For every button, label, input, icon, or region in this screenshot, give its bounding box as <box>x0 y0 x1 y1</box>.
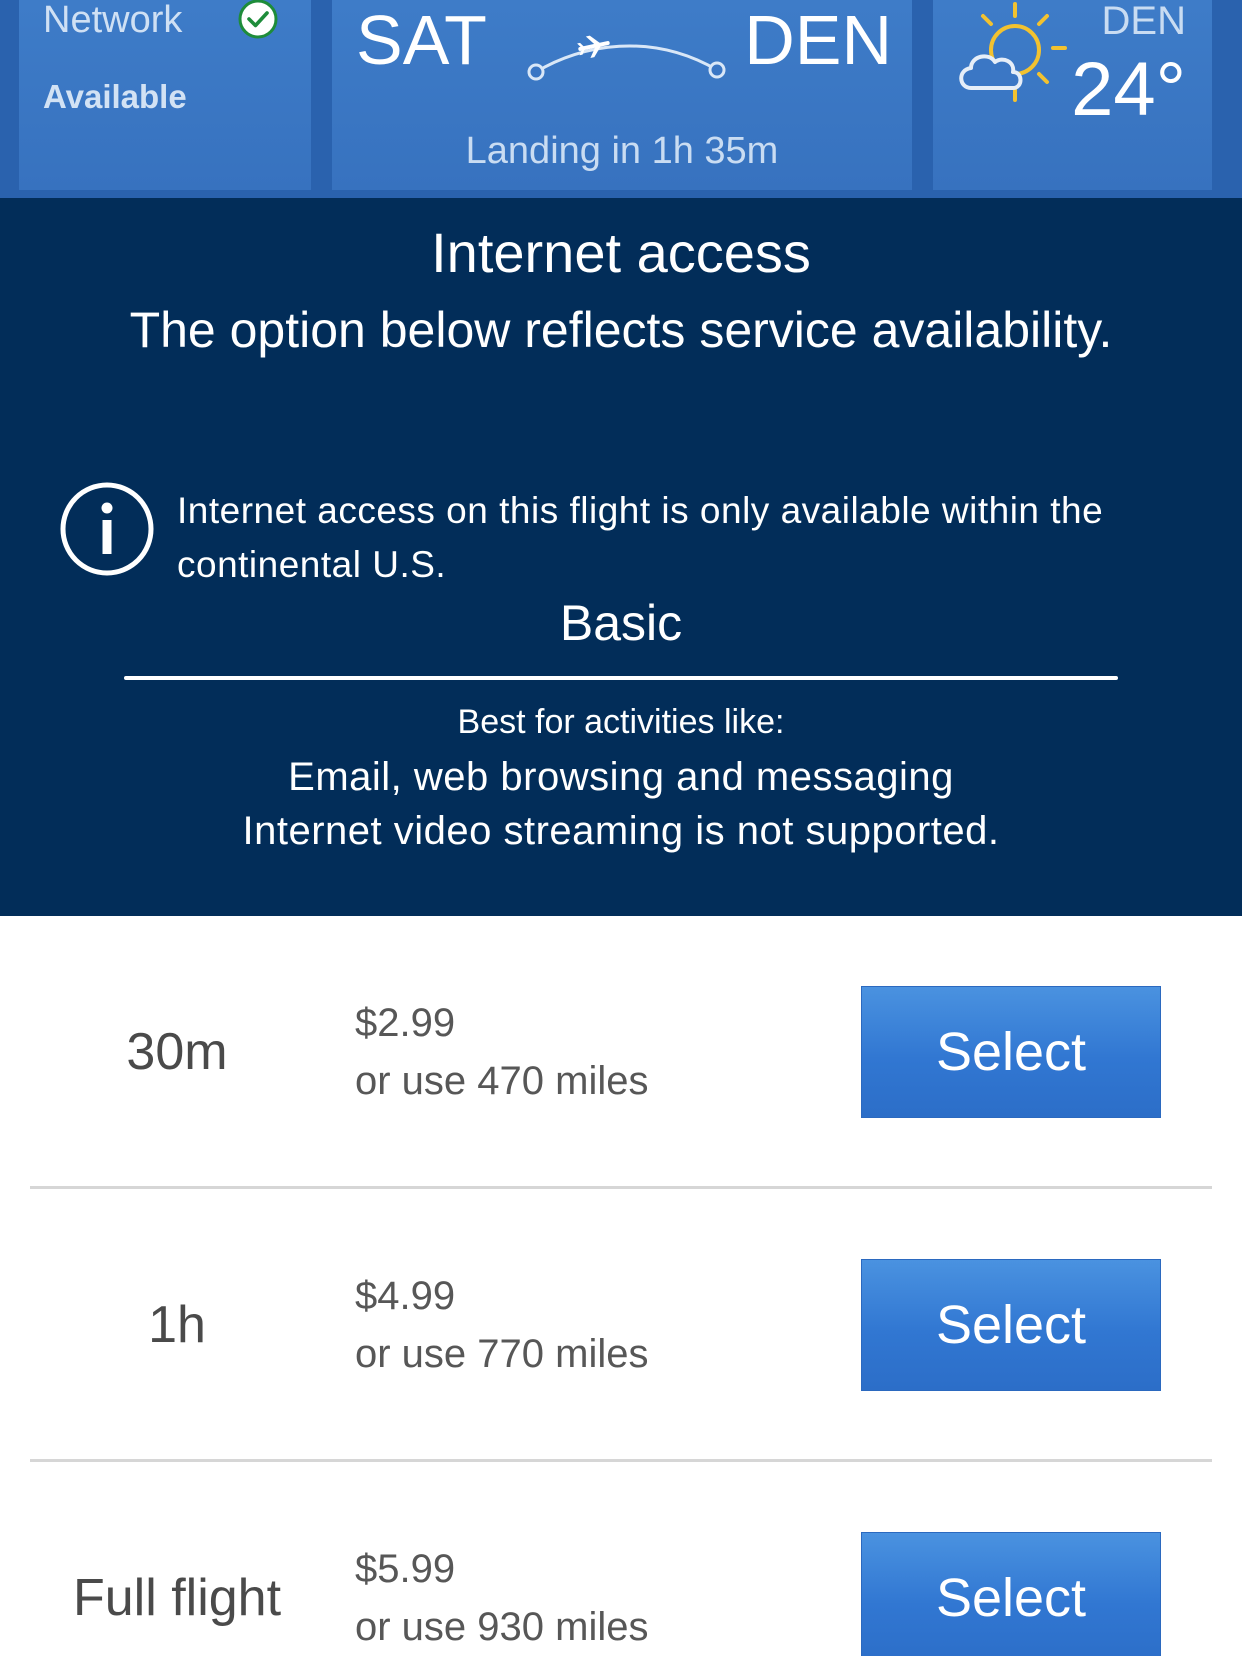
option-miles: or use 930 miles <box>355 1605 649 1649</box>
network-label: Network <box>43 0 183 41</box>
activity-line: Email, web browsing and messaging <box>288 755 954 799</box>
option-miles: or use 470 miles <box>355 1059 649 1103</box>
plan-activities: Email, web browsing and messaging Intern… <box>0 750 1242 858</box>
option-duration: 30m <box>126 1023 228 1081</box>
select-button-30m[interactable]: Select <box>861 986 1161 1118</box>
flight-status-bar: Network Available SAT DEN Landing in 1h … <box>0 0 1242 198</box>
flight-route-icon <box>527 35 726 81</box>
page-title: Internet access <box>431 221 811 284</box>
option-price: $4.99 <box>355 1274 456 1318</box>
page-subtitle: The option below reflects service availa… <box>129 302 1113 358</box>
best-for-label: Best for activities like: <box>457 703 785 741</box>
partly-cloudy-icon <box>959 2 1067 102</box>
pricing-option-1h: 1h $4.99 or use 770 miles Select <box>30 1189 1212 1461</box>
option-duration: Full flight <box>72 1569 282 1627</box>
option-miles: or use 770 miles <box>355 1332 649 1376</box>
activity-line: Internet video streaming is not supporte… <box>242 809 1000 853</box>
plan-divider <box>124 676 1118 680</box>
check-circle-icon <box>238 0 278 39</box>
network-status: Available <box>43 78 187 115</box>
plan-name: Basic <box>559 595 683 651</box>
select-button-1h[interactable]: Select <box>861 1259 1161 1391</box>
flight-card[interactable]: SAT DEN Landing in 1h 35m <box>332 0 912 190</box>
option-duration: 1h <box>148 1296 206 1354</box>
info-icon <box>60 482 154 576</box>
weather-city: DEN <box>1101 0 1186 43</box>
weather-temperature: 24° <box>1071 47 1186 132</box>
origin-code: SAT <box>356 1 487 79</box>
weather-card[interactable]: DEN 24° <box>933 0 1212 190</box>
pricing-option-full-flight: Full flight $5.99 or use 930 miles Selec… <box>30 1462 1212 1656</box>
coverage-notice: Internet access on this flight is only a… <box>177 490 1104 585</box>
option-price: $2.99 <box>355 1001 456 1045</box>
pricing-option-30m: 30m $2.99 or use 470 miles Select <box>30 916 1212 1188</box>
select-button-full-flight[interactable]: Select <box>861 1532 1161 1656</box>
destination-code: DEN <box>744 1 892 79</box>
option-price: $5.99 <box>355 1547 456 1591</box>
network-card[interactable]: Network Available <box>19 0 311 190</box>
landing-time: Landing in 1h 35m <box>465 130 779 172</box>
internet-access-panel: Internet access The option below reflect… <box>0 198 1242 916</box>
